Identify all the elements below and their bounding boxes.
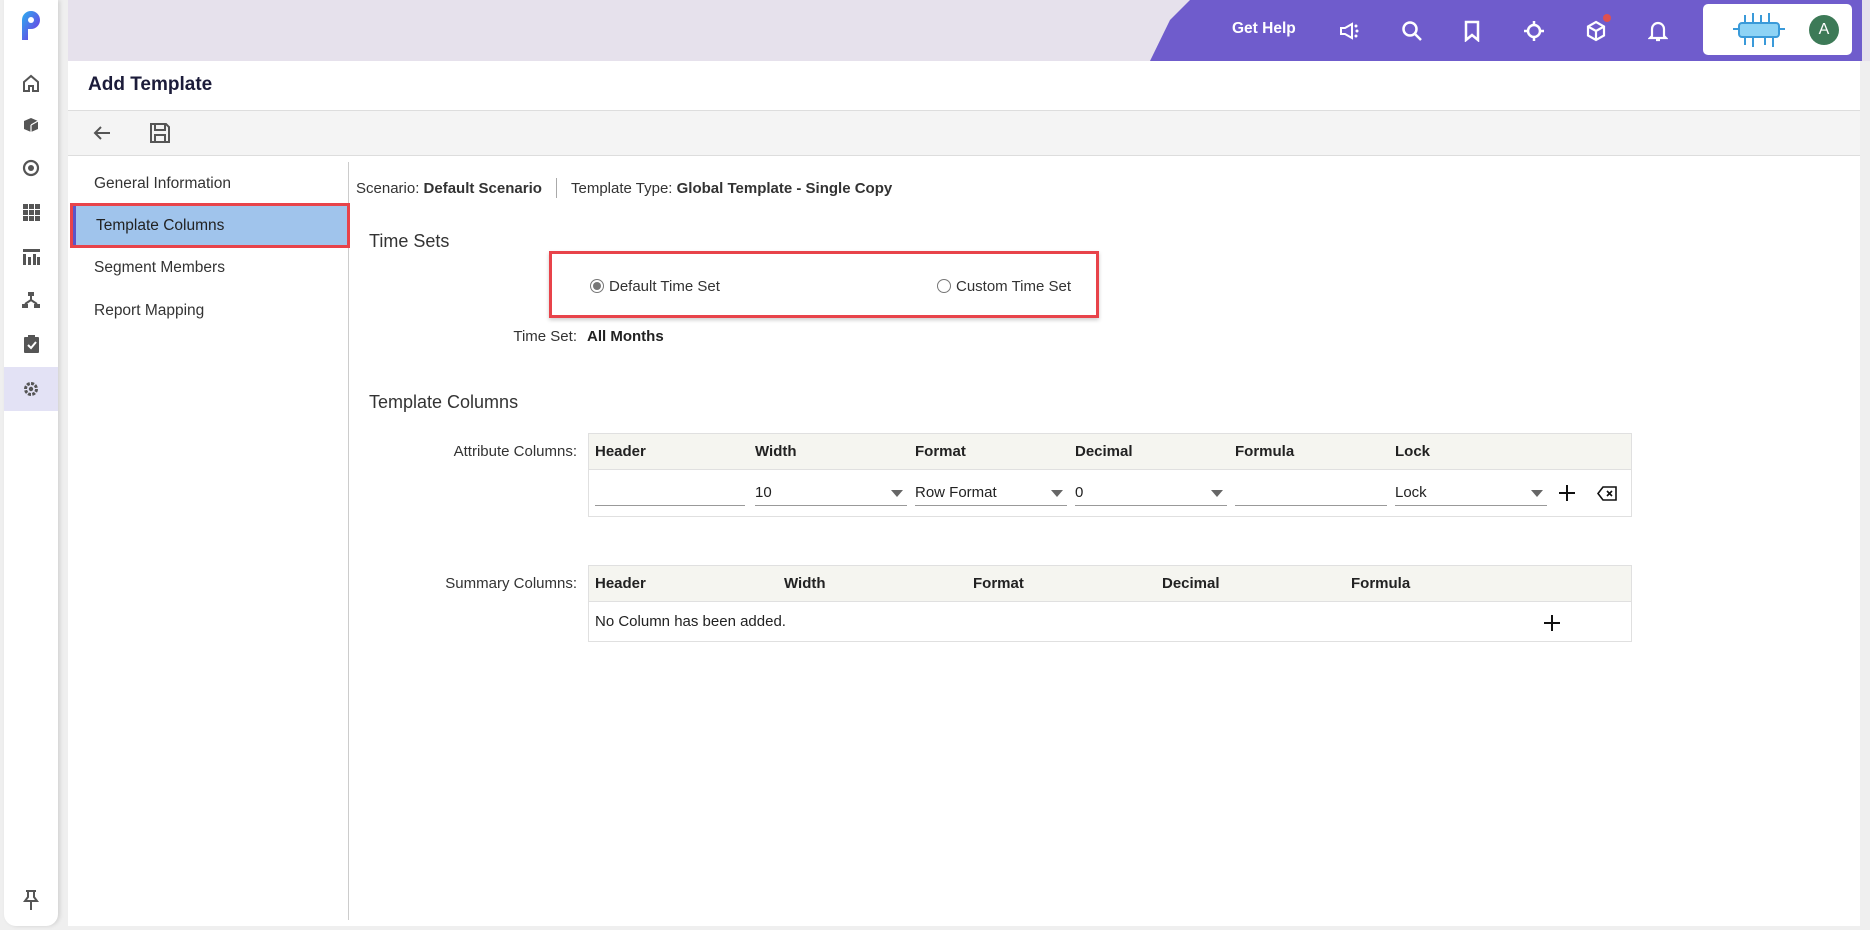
radio-default-time-set[interactable]: Default Time Set [590,278,720,295]
lock-select[interactable]: Lock [1395,480,1547,506]
info-separator [556,178,558,198]
settings-icon[interactable] [4,367,58,411]
title-bar: Add Template [68,61,1860,111]
col-format: Format [915,443,966,460]
width-value: 10 [755,484,772,501]
col-formula: Formula [1351,575,1411,592]
time-sets-heading: Time Sets [369,231,450,251]
col-width: Width [755,443,797,460]
chevron-down-icon [1051,490,1063,497]
pin-icon[interactable] [4,880,58,920]
decimal-value: 0 [1075,484,1084,501]
empty-message: No Column has been added. [595,613,786,630]
megaphone-icon[interactable] [1337,18,1363,44]
col-decimal: Decimal [1162,575,1220,592]
nav-report-mapping[interactable]: Report Mapping [94,302,204,320]
radio-unselected-icon [937,279,951,293]
nav-template-columns[interactable]: Template Columns [70,203,350,248]
avatar[interactable]: A [1809,15,1839,45]
app-rail [4,0,58,926]
crosshair-icon[interactable] [1521,18,1547,44]
get-help-link[interactable]: Get Help [1232,20,1296,38]
col-format: Format [973,575,1024,592]
top-bar-actions: Get Help A [1150,0,1862,61]
brand-logo-icon [1733,13,1785,47]
radio-custom-time-set[interactable]: Custom Time Set [937,278,1071,295]
back-arrow-icon[interactable] [92,123,112,147]
clipboard-check-icon[interactable] [4,324,58,364]
col-width: Width [784,575,826,592]
decimal-select[interactable]: 0 [1075,480,1227,506]
summary-columns-table: Header Width Format Decimal Formula No C… [588,565,1632,642]
template-columns-heading: Template Columns [369,392,519,412]
format-select[interactable]: Row Format [915,480,1067,506]
delete-column-icon[interactable] [1596,486,1617,505]
bookmark-icon[interactable] [1459,18,1485,44]
target-icon[interactable] [4,148,58,188]
col-decimal: Decimal [1075,443,1133,460]
formula-input[interactable] [1235,480,1387,506]
attribute-columns-table: Header Width Format Decimal Formula Lock… [588,433,1632,517]
nav-general-information[interactable]: General Information [94,175,231,193]
report-icon[interactable] [4,237,58,277]
nav-segment-members[interactable]: Segment Members [94,259,225,277]
scenario-label: Scenario: [356,180,420,197]
toolbar [68,111,1860,156]
template-type-value: Global Template - Single Copy [676,180,893,197]
search-icon[interactable] [1399,18,1425,44]
add-column-plus-icon[interactable] [1558,484,1576,506]
col-lock: Lock [1395,443,1431,460]
col-header: Header [595,443,646,460]
user-panel[interactable]: A [1703,4,1852,55]
box-icon[interactable] [1583,14,1611,44]
attribute-columns-label: Attribute Columns: [453,443,577,460]
width-select[interactable]: 10 [755,480,907,506]
chevron-down-icon [891,490,903,497]
grid-icon[interactable] [4,192,58,232]
radio-label: Default Time Set [609,278,720,295]
add-summary-column-plus-icon[interactable] [1543,614,1561,636]
home-icon[interactable] [4,63,58,103]
time-set-value: All Months [587,328,664,345]
summary-columns-label: Summary Columns: [445,575,577,592]
cube-icon[interactable] [4,105,58,145]
save-icon[interactable] [149,122,171,148]
header-input[interactable] [595,480,745,506]
lock-value: Lock [1395,484,1427,501]
time-set-label: Time Set: [513,328,577,345]
nav-template-columns-label: Template Columns [96,217,225,234]
col-formula: Formula [1235,443,1295,460]
time-set-options: Default Time Set Custom Time Set [549,251,1099,318]
template-type-label: Template Type: [571,180,673,197]
nav-divider [348,162,349,920]
radio-selected-icon [590,279,604,293]
notification-dot [1603,14,1611,22]
page-title: Add Template [88,74,213,95]
chevron-down-icon [1531,490,1543,497]
logo-icon[interactable] [4,6,58,46]
radio-label: Custom Time Set [956,278,1072,295]
chevron-down-icon [1211,490,1223,497]
format-value: Row Format [915,484,997,501]
scenario-value: Default Scenario [423,180,542,197]
info-line: Scenario: Default Scenario Template Type… [356,178,892,198]
bell-icon[interactable] [1645,18,1671,44]
table-header [589,566,1631,602]
col-header: Header [595,575,646,592]
hierarchy-icon[interactable] [4,280,58,320]
